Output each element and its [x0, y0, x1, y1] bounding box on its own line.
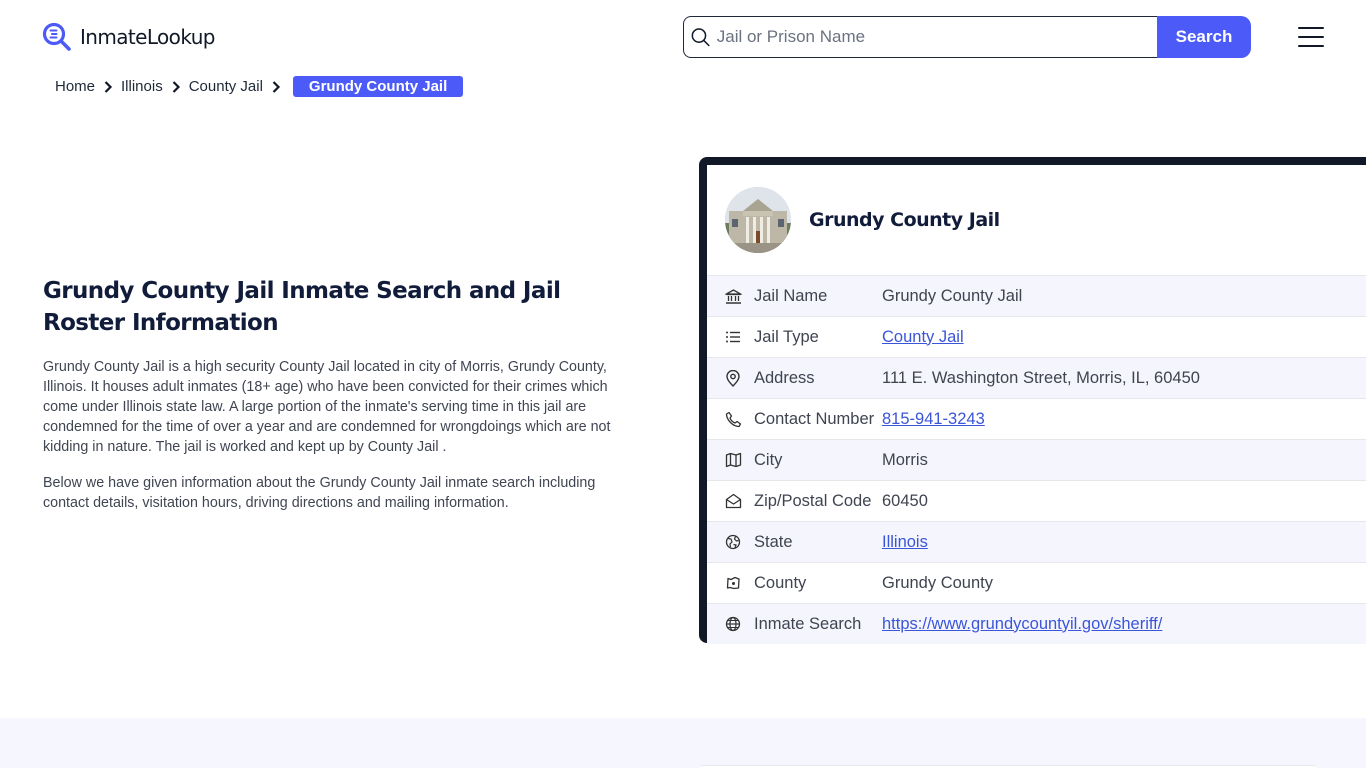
map-icon [724, 451, 742, 469]
list-icon [724, 328, 742, 346]
row-label: Jail Name [754, 286, 828, 305]
intro-paragraph: Grundy County Jail is a high security Co… [43, 359, 611, 455]
info-row-city: City Morris [707, 439, 1366, 480]
info-row-county: County Grundy County [707, 562, 1366, 603]
breadcrumb-home[interactable]: Home [55, 78, 95, 95]
hamburger-icon-line [1298, 36, 1324, 38]
row-label: Inmate Search [754, 614, 862, 633]
row-value: Morris [882, 450, 928, 469]
jail-photo [725, 187, 791, 253]
logo-link[interactable]: InmateLookup [42, 22, 215, 52]
info-row-jail-type: Jail Type County Jail [707, 316, 1366, 357]
hamburger-icon-line [1298, 27, 1324, 29]
search-field-container[interactable] [683, 16, 1157, 58]
building-icon [724, 287, 742, 305]
logo-magnifier-icon [42, 22, 71, 51]
breadcrumb-state[interactable]: Illinois [121, 78, 163, 95]
row-label: Address [754, 368, 815, 387]
jail-info-card: Grundy County Jail Jail Name Grundy Coun… [699, 157, 1366, 644]
search-input[interactable] [716, 27, 1157, 47]
page-title: Grundy County Jail Inmate Search and Jai… [43, 278, 561, 336]
info-row-state: State Illinois [707, 521, 1366, 562]
row-label: City [754, 450, 783, 469]
chevron-right-icon [104, 80, 113, 93]
row-label: County [754, 573, 807, 592]
breadcrumb-current: Grundy County Jail [292, 76, 464, 97]
row-value: Grundy County Jail [882, 286, 1023, 305]
globe-region-icon [724, 533, 742, 551]
info-row-zip: Zip/Postal Code 60450 [707, 480, 1366, 521]
map-pin-icon [724, 369, 742, 387]
intro-paragraph: Below we have given information about th… [43, 475, 596, 511]
info-row-jail-name: Jail Name Grundy County Jail [707, 275, 1366, 316]
row-label: Contact Number [754, 409, 875, 428]
row-label: Zip/Postal Code [754, 491, 872, 510]
search-icon [691, 28, 710, 47]
hamburger-menu-button[interactable] [1298, 27, 1324, 47]
globe-icon [724, 615, 742, 633]
jail-type-link[interactable]: County Jail [882, 328, 964, 346]
info-row-address: Address 111 E. Washington Street, Morris… [707, 357, 1366, 398]
envelope-icon [724, 492, 742, 510]
card-header: Grundy County Jail [707, 165, 1366, 275]
county-map-icon [724, 574, 742, 592]
info-row-inmate-search: Inmate Search https://www.grundycountyil… [707, 603, 1366, 644]
courthouse-photo-icon [725, 187, 791, 253]
intro-section: Grundy County Jail Inmate Search and Jai… [43, 275, 643, 529]
breadcrumb: Home Illinois County Jail Grundy County … [55, 76, 464, 97]
logo-text: InmateLookup [80, 25, 215, 49]
hamburger-icon-line [1298, 45, 1324, 47]
row-value: Grundy County [882, 573, 993, 592]
row-label: Jail Type [754, 327, 819, 346]
chevron-right-icon [172, 80, 180, 93]
search-button[interactable]: Search [1157, 16, 1251, 58]
state-link[interactable]: Illinois [882, 533, 928, 551]
inmate-search-link[interactable]: https://www.grundycountyil.gov/sheriff/ [882, 615, 1162, 633]
phone-link[interactable]: 815-941-3243 [882, 410, 985, 428]
next-section-background [0, 718, 1366, 768]
search-bar: Search [683, 16, 1251, 58]
row-value: 60450 [882, 491, 928, 510]
info-row-contact-number: Contact Number 815-941-3243 [707, 398, 1366, 439]
breadcrumb-jail-type[interactable]: County Jail [189, 78, 263, 95]
chevron-right-icon [272, 80, 280, 93]
row-value: 111 E. Washington Street, Morris, IL, 60… [882, 368, 1200, 387]
row-label: State [754, 532, 793, 551]
phone-icon [724, 410, 742, 428]
card-title: Grundy County Jail [809, 209, 1000, 231]
